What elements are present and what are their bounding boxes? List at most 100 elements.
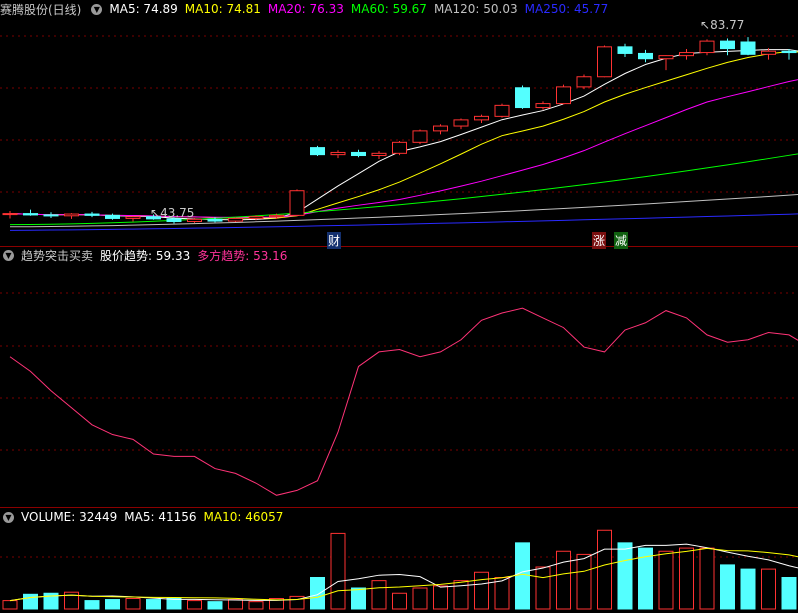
candle-body xyxy=(638,52,653,60)
indicator-legend-bar: ▼ 趋势突击买卖 股价趋势: 59.33 多方趋势: 53.16 xyxy=(0,246,798,264)
candle-body xyxy=(515,87,530,109)
ma-value-5: MA250: 45.77 xyxy=(524,2,609,16)
volume-bar xyxy=(556,550,571,610)
candle-body xyxy=(494,104,510,117)
volume-bar xyxy=(617,542,633,610)
candle-body xyxy=(433,125,448,132)
candle-body xyxy=(64,213,79,217)
volume-bar xyxy=(658,550,674,610)
volume-bar xyxy=(207,601,223,610)
volume-bar xyxy=(23,593,38,610)
ma-value-2: MA20: 76.33 xyxy=(267,2,344,16)
volume-bar xyxy=(597,529,612,610)
candle-body xyxy=(392,141,407,154)
event-marker-finance[interactable]: 财 xyxy=(327,232,342,249)
low-price-note: ↖43.75 xyxy=(150,206,195,220)
volume-bar xyxy=(2,600,18,610)
volume-bar xyxy=(351,587,366,610)
volume-bar xyxy=(330,532,346,610)
candle-body xyxy=(720,40,735,50)
candle-body xyxy=(23,213,38,216)
volume-bar xyxy=(761,568,776,610)
candle-body xyxy=(125,216,141,219)
ma-values: MA5: 74.89 MA10: 74.81 MA20: 76.33 MA60: 59… xyxy=(109,2,615,16)
candle-body xyxy=(535,103,551,109)
candle-body xyxy=(248,216,264,219)
candle-body xyxy=(412,130,428,143)
candle-body xyxy=(740,41,756,55)
volume-bar xyxy=(699,547,715,610)
bull-trend-line xyxy=(9,307,798,496)
candle-body xyxy=(2,213,18,216)
volume-bar xyxy=(84,600,100,610)
chevron-down-icon[interactable]: ▼ xyxy=(3,249,14,261)
ma-value-1: MA10: 74.81 xyxy=(184,2,261,16)
volume-bar xyxy=(228,599,243,610)
ma-value-3: MA60: 59.67 xyxy=(350,2,427,16)
candle-body xyxy=(597,46,612,78)
indicator-name: 趋势突击买卖 xyxy=(21,248,94,263)
price-legend-bar: 赛腾股份(日线) ▼ MA5: 74.89 MA10: 74.81 MA20: 76… xyxy=(0,0,798,18)
volume-bar xyxy=(125,598,141,610)
candle-body xyxy=(761,50,776,55)
volume-bar xyxy=(248,601,264,610)
volume-bar xyxy=(679,547,694,610)
low-price-label: 43.75 xyxy=(160,206,195,220)
volume-bar xyxy=(781,577,797,610)
indicator-values: 股价趋势: 59.33 多方趋势: 53.16 xyxy=(100,247,294,264)
volume-bar xyxy=(740,568,756,610)
candle-body xyxy=(781,50,797,54)
event-marker-reduce[interactable]: 减 xyxy=(614,232,629,249)
candle-body xyxy=(289,190,305,216)
ma10-line xyxy=(9,51,798,219)
volume-legend-bar: ▼ VOLUME: 32449 MA5: 41156 MA10: 46057 xyxy=(0,508,798,526)
candle-body xyxy=(699,40,715,54)
stock-name: 赛腾股份(日线) xyxy=(0,2,82,17)
event-marker-rise[interactable]: 涨 xyxy=(592,232,607,249)
volume-bar xyxy=(166,598,182,610)
candle-body xyxy=(330,151,346,156)
volume-bar xyxy=(494,577,510,610)
candle-body xyxy=(84,213,100,216)
chevron-down-icon[interactable]: ▼ xyxy=(3,511,14,523)
volume-bar xyxy=(535,566,551,610)
candle-body xyxy=(617,46,633,54)
candle-body xyxy=(576,76,592,88)
candle-body xyxy=(351,151,366,157)
volume-bar xyxy=(515,542,530,610)
candle-body xyxy=(269,214,284,218)
candle-body xyxy=(207,218,223,222)
volume-bar xyxy=(576,553,592,610)
volume-bar xyxy=(187,600,202,610)
candle-body xyxy=(310,147,325,156)
volume-value-0: VOLUME: 32449 xyxy=(21,510,118,524)
indicator-value-1: 多方趋势: 53.16 xyxy=(197,248,288,263)
volume-bar xyxy=(720,564,735,610)
ma60-line xyxy=(9,153,798,226)
volume-bar xyxy=(474,571,489,610)
volume-bar xyxy=(412,587,428,610)
volume-value-2: MA10: 46057 xyxy=(203,510,284,524)
volume-bar xyxy=(392,592,407,610)
ma-value-4: MA120: 50.03 xyxy=(433,2,518,16)
candle-body xyxy=(474,115,489,121)
volume-bar xyxy=(146,599,161,610)
candle-body xyxy=(658,55,674,60)
candle-body xyxy=(371,152,387,157)
ma-value-0: MA5: 74.89 xyxy=(109,2,178,16)
volume-bar xyxy=(105,599,120,610)
ma5-line xyxy=(9,49,798,221)
volume-bar xyxy=(310,577,325,610)
candle-body xyxy=(228,217,243,222)
candle-body xyxy=(679,52,694,57)
chevron-down-icon[interactable]: ▼ xyxy=(91,3,103,15)
candle-body xyxy=(43,214,59,217)
volume-value-1: MA5: 41156 xyxy=(124,510,197,524)
volume-bar xyxy=(371,580,387,610)
high-price-note: ↖83.77 xyxy=(700,18,745,32)
candle-body xyxy=(453,119,469,127)
volume-bar xyxy=(433,585,448,610)
indicator-value-0: 股价趋势: 59.33 xyxy=(100,248,191,263)
volume-values: VOLUME: 32449 MA5: 41156 MA10: 46057 xyxy=(21,510,290,524)
candle-body xyxy=(556,86,571,105)
